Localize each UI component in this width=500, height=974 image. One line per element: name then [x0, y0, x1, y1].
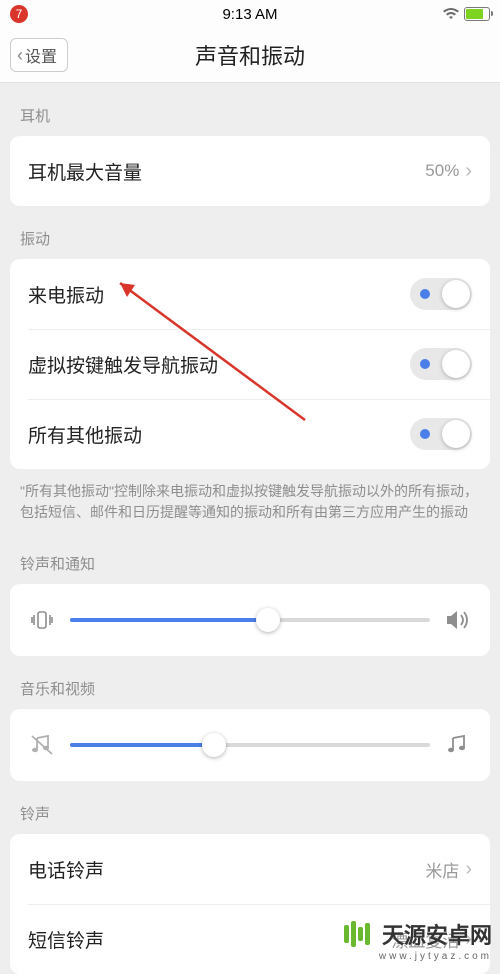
row-label: 来电振动	[28, 281, 410, 308]
row-label: 耳机最大音量	[28, 158, 425, 185]
group-music-volume	[10, 709, 490, 781]
chevron-left-icon: ‹	[17, 45, 23, 66]
row-incoming-call-vibration[interactable]: 来电振动	[10, 259, 490, 329]
music-volume-slider[interactable]	[70, 743, 430, 747]
watermark-url: www.jytyaz.com	[379, 951, 492, 962]
row-label: 所有其他振动	[28, 421, 410, 448]
section-header-ringtones: 铃声	[0, 781, 500, 834]
row-virtual-key-vibration[interactable]: 虚拟按键触发导航振动	[10, 329, 490, 399]
vibrate-icon	[28, 610, 56, 630]
notification-badge: 7	[10, 5, 28, 23]
music-note-icon	[444, 734, 472, 756]
row-value: 米店	[425, 857, 459, 882]
page-header: ‹ 设置 声音和振动	[0, 28, 500, 83]
section-header-music-video: 音乐和视频	[0, 656, 500, 709]
row-label: 电话铃声	[28, 856, 425, 883]
vibration-description: "所有其他振动"控制除来电振动和虚拟按键触发导航振动以外的所有振动，包括短信、邮…	[0, 469, 500, 531]
group-vibration: 来电振动 虚拟按键触发导航振动 所有其他振动	[10, 259, 490, 469]
page-title: 声音和振动	[195, 39, 305, 71]
chevron-right-icon: ›	[465, 858, 472, 881]
toggle-virtual-key[interactable]	[410, 348, 472, 380]
row-value: 50%	[425, 161, 459, 181]
back-button[interactable]: ‹ 设置	[10, 38, 68, 72]
row-ringtone-volume	[10, 584, 490, 656]
status-time: 9:13 AM	[222, 6, 277, 23]
row-music-volume	[10, 709, 490, 781]
battery-icon	[464, 7, 490, 21]
section-header-headphones: 耳机	[0, 83, 500, 136]
row-label: 短信铃声	[28, 926, 391, 953]
watermark: 天源安卓网 www.jytyaz.com	[342, 917, 492, 951]
row-headphone-max-volume[interactable]: 耳机最大音量 50% ›	[10, 136, 490, 206]
back-label: 设置	[25, 43, 57, 67]
speaker-icon	[444, 609, 472, 631]
toggle-incoming-call[interactable]	[410, 278, 472, 310]
ringtone-volume-slider[interactable]	[70, 618, 430, 622]
row-phone-ringtone[interactable]: 电话铃声 米店 ›	[10, 834, 490, 904]
row-other-vibration[interactable]: 所有其他振动	[10, 399, 490, 469]
toggle-other-vibration[interactable]	[410, 418, 472, 450]
section-header-ringtone-notif: 铃声和通知	[0, 531, 500, 584]
chevron-right-icon: ›	[465, 160, 472, 183]
wifi-icon	[442, 7, 460, 21]
section-header-vibration: 振动	[0, 206, 500, 259]
music-note-muted-icon	[28, 734, 56, 756]
watermark-logo-icon	[342, 917, 376, 951]
status-bar: 7 9:13 AM	[0, 0, 500, 28]
group-ringtone-volume	[10, 584, 490, 656]
group-headphones: 耳机最大音量 50% ›	[10, 136, 490, 206]
watermark-text: 天源安卓网	[382, 923, 492, 948]
row-label: 虚拟按键触发导航振动	[28, 351, 410, 378]
